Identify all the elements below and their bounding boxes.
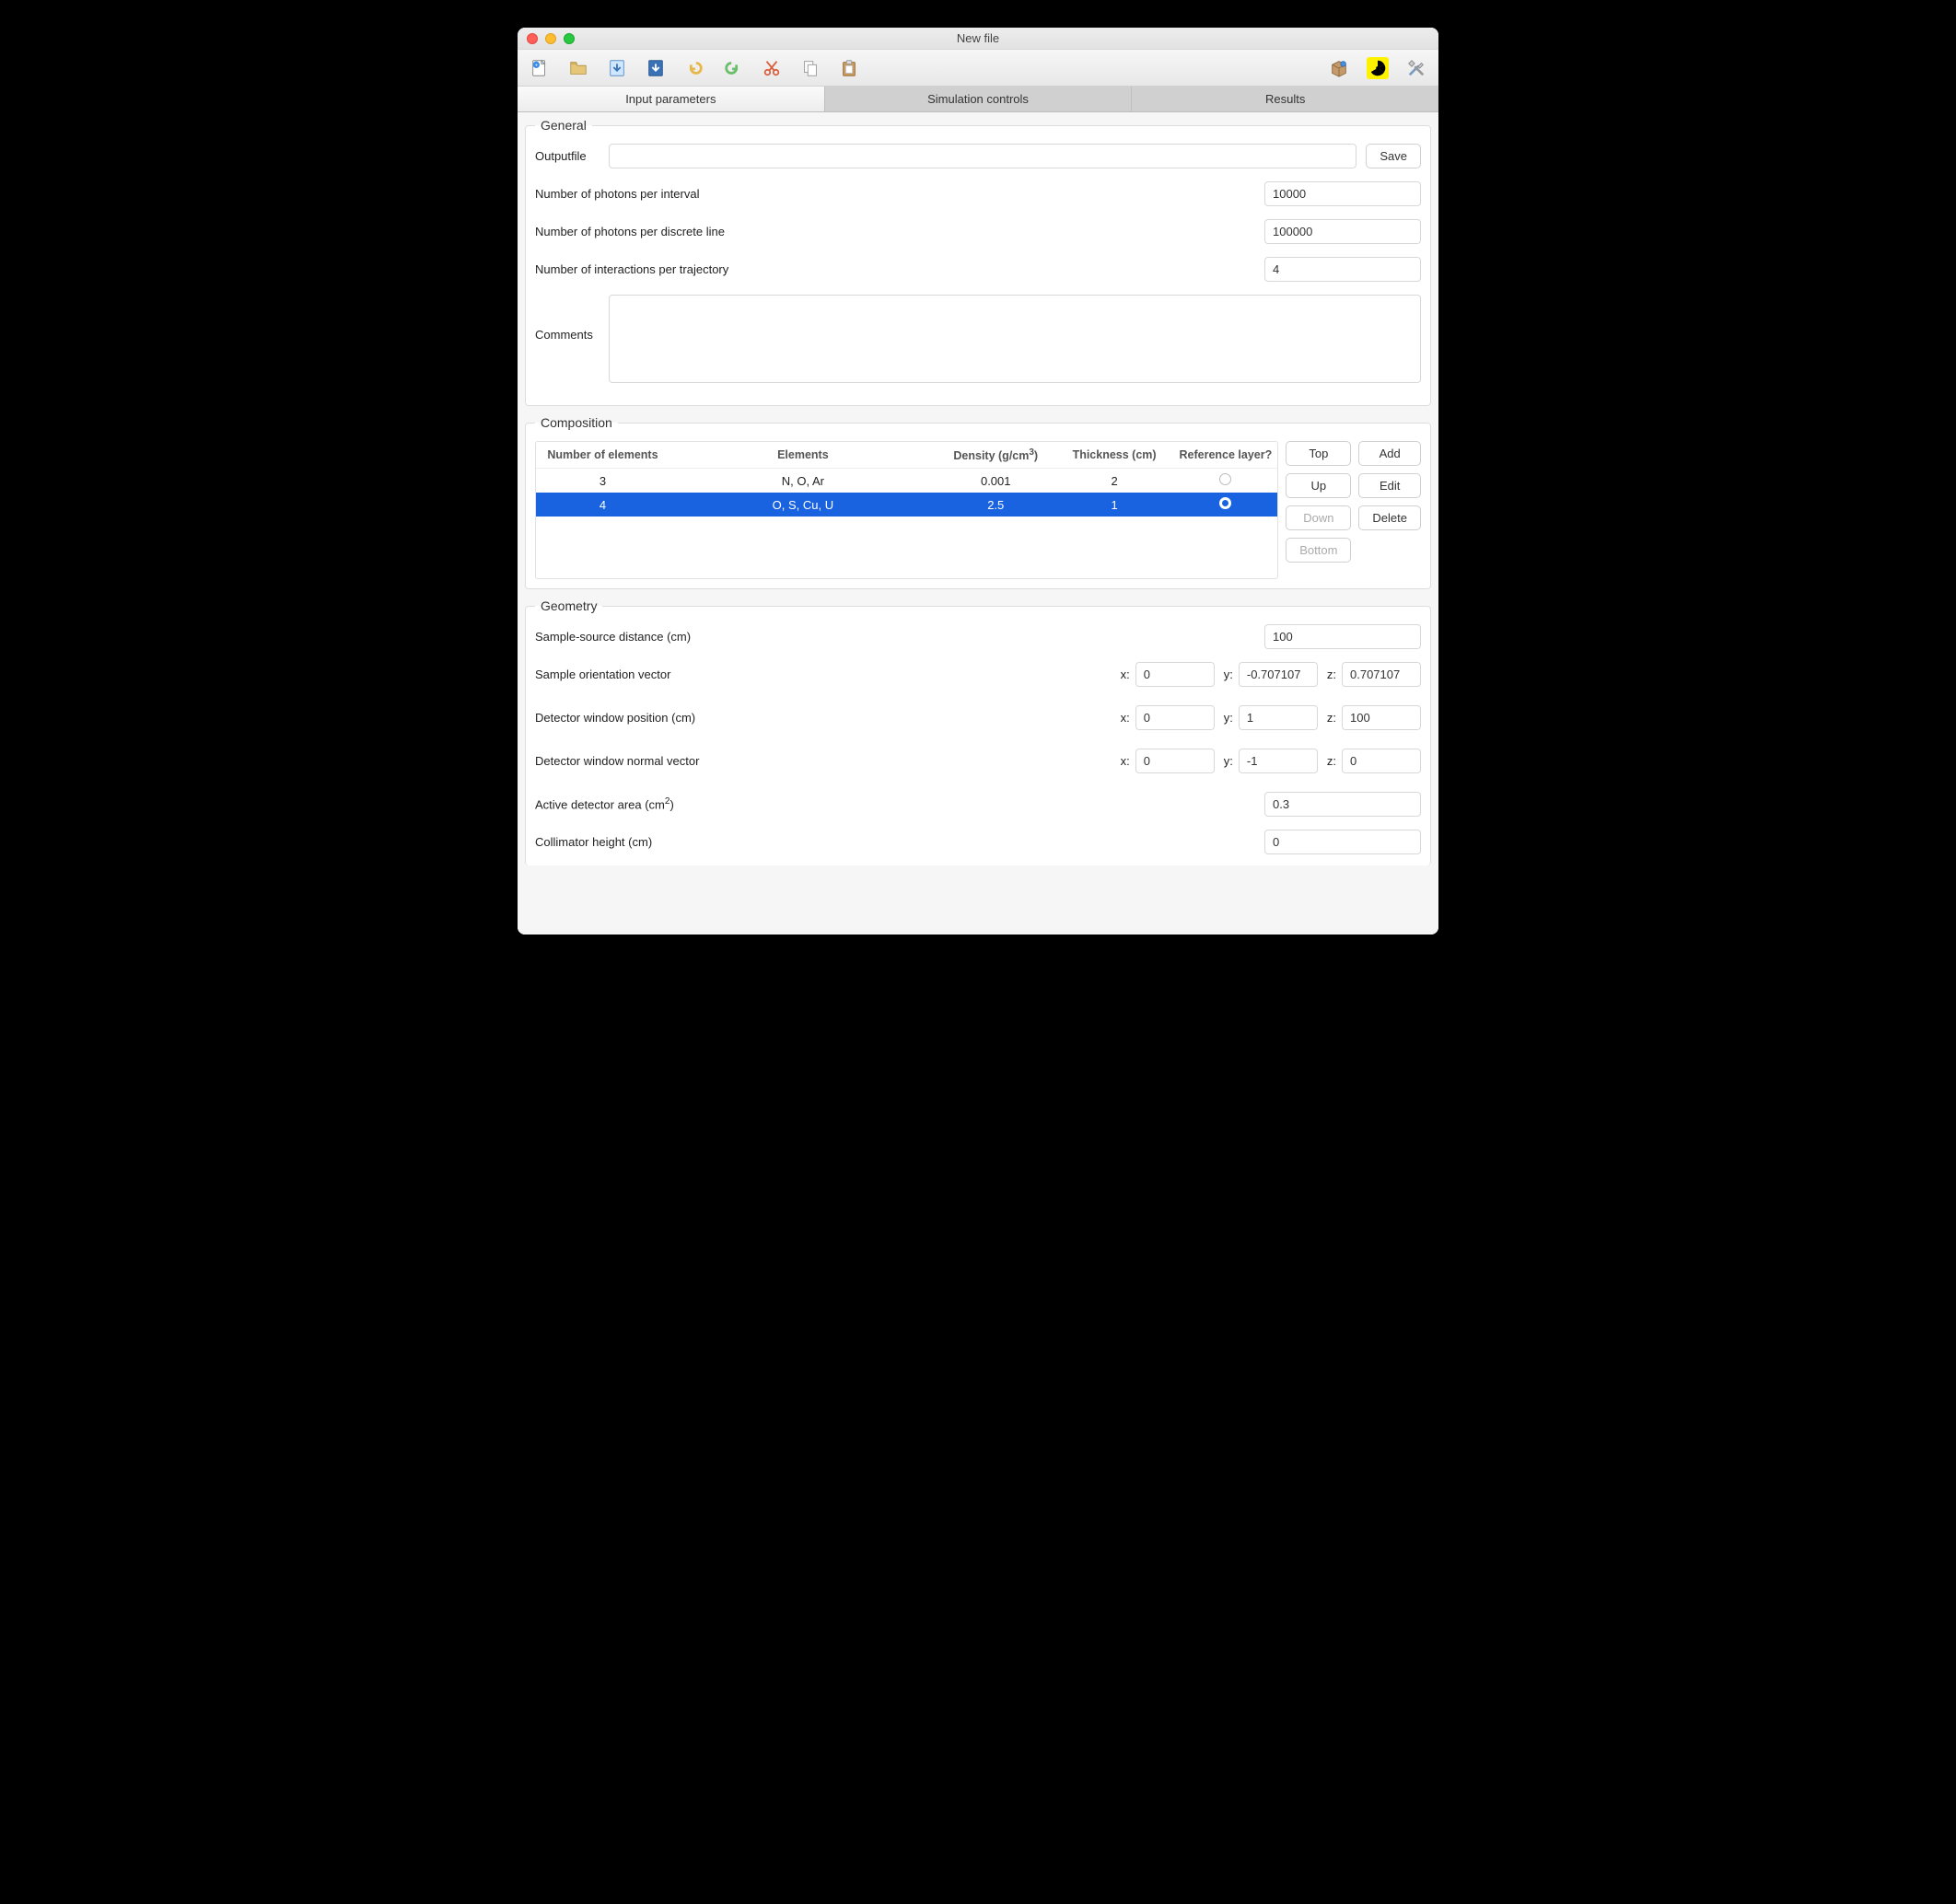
cell-num-elements: 3 (536, 469, 669, 493)
col-reference[interactable]: Reference layer? (1173, 442, 1277, 469)
cell-elements: O, S, Cu, U (669, 493, 937, 517)
outputfile-input[interactable] (609, 144, 1356, 168)
axis-x-label: x: (1121, 668, 1130, 681)
panel-geometry-legend: Geometry (535, 598, 602, 613)
layer-add-button[interactable]: Add (1358, 441, 1421, 466)
layer-delete-button[interactable]: Delete (1358, 505, 1421, 530)
outputfile-label: Outputfile (535, 149, 600, 163)
outputfile-save-button[interactable]: Save (1366, 144, 1421, 168)
sample-orientation-label: Sample orientation vector (535, 668, 1112, 681)
paste-icon[interactable] (838, 57, 860, 79)
table-row[interactable]: 3N, O, Ar0.0012 (536, 469, 1277, 493)
layer-top-button[interactable]: Top (1286, 441, 1351, 466)
detector-pos-y-input[interactable] (1239, 705, 1318, 730)
active-area-input[interactable] (1264, 792, 1421, 817)
app-window: New file + (518, 28, 1438, 935)
photons-line-input[interactable] (1264, 219, 1421, 244)
cell-density: 2.5 (937, 493, 1055, 517)
detector-pos-z-input[interactable] (1342, 705, 1421, 730)
svg-text:+: + (535, 63, 538, 68)
tab-results[interactable]: Results (1132, 87, 1438, 111)
tab-simulation-controls[interactable]: Simulation controls (825, 87, 1133, 111)
layer-edit-button[interactable]: Edit (1358, 473, 1421, 498)
titlebar: New file (518, 28, 1438, 50)
sample-orient-x-input[interactable] (1135, 662, 1215, 687)
sample-orient-y-input[interactable] (1239, 662, 1318, 687)
cell-thickness: 1 (1055, 493, 1174, 517)
photons-interval-input[interactable] (1264, 181, 1421, 206)
col-num-elements[interactable]: Number of elements (536, 442, 669, 469)
save-icon[interactable] (606, 57, 628, 79)
panel-geometry: Geometry Sample-source distance (cm) Sam… (525, 598, 1431, 865)
content-scroll[interactable]: General Outputfile Save Number of photon… (518, 112, 1438, 935)
toolbar: + (518, 50, 1438, 87)
sample-source-distance-input[interactable] (1264, 624, 1421, 649)
interactions-input[interactable] (1264, 257, 1421, 282)
detector-position-label: Detector window position (cm) (535, 711, 1112, 725)
detector-norm-y-input[interactable] (1239, 749, 1318, 773)
tab-input-parameters[interactable]: Input parameters (518, 87, 825, 111)
detector-normal-label: Detector window normal vector (535, 754, 1112, 768)
main-tabs: Input parameters Simulation controls Res… (518, 87, 1438, 112)
open-folder-icon[interactable] (567, 57, 589, 79)
radiation-icon[interactable] (1367, 57, 1389, 79)
sample-orient-z-input[interactable] (1342, 662, 1421, 687)
active-area-label: Active detector area (cm2) (535, 796, 1255, 811)
axis-z-label: z: (1327, 668, 1336, 681)
collimator-height-label: Collimator height (cm) (535, 835, 1255, 849)
col-thickness[interactable]: Thickness (cm) (1055, 442, 1174, 469)
redo-icon[interactable] (722, 57, 744, 79)
cell-num-elements: 4 (536, 493, 669, 517)
panel-general-legend: General (535, 118, 592, 133)
table-row[interactable]: 4O, S, Cu, U2.51 (536, 493, 1277, 517)
zoom-window-icon[interactable] (564, 33, 575, 44)
cell-elements: N, O, Ar (669, 469, 937, 493)
preferences-icon[interactable] (1405, 57, 1427, 79)
panel-composition-legend: Composition (535, 415, 618, 430)
detector-norm-x-input[interactable] (1135, 749, 1215, 773)
window-title: New file (518, 31, 1438, 45)
close-window-icon[interactable] (527, 33, 538, 44)
col-density[interactable]: Density (g/cm3) (937, 442, 1055, 469)
axis-y-label: y: (1224, 668, 1233, 681)
cell-density: 0.001 (937, 469, 1055, 493)
layer-down-button[interactable]: Down (1286, 505, 1351, 530)
photons-interval-label: Number of photons per interval (535, 187, 1255, 201)
detector-pos-x-input[interactable] (1135, 705, 1215, 730)
col-elements[interactable]: Elements (669, 442, 937, 469)
minimize-window-icon[interactable] (545, 33, 556, 44)
photons-line-label: Number of photons per discrete line (535, 225, 1255, 238)
composition-table[interactable]: Number of elements Elements Density (g/c… (535, 441, 1278, 579)
save-as-icon[interactable] (645, 57, 667, 79)
new-file-icon[interactable]: + (529, 57, 551, 79)
layer-bottom-button[interactable]: Bottom (1286, 538, 1351, 563)
copy-icon[interactable] (799, 57, 821, 79)
panel-general: General Outputfile Save Number of photon… (525, 118, 1431, 406)
sample-source-distance-label: Sample-source distance (cm) (535, 630, 1255, 644)
cut-icon[interactable] (761, 57, 783, 79)
collimator-height-input[interactable] (1264, 830, 1421, 854)
reference-radio-icon[interactable] (1219, 497, 1231, 509)
layer-up-button[interactable]: Up (1286, 473, 1351, 498)
comments-textarea[interactable] (609, 295, 1421, 383)
undo-icon[interactable] (683, 57, 705, 79)
panel-composition: Composition Number of elements Elements … (525, 415, 1431, 589)
cell-reference[interactable] (1173, 493, 1277, 517)
reference-radio-icon[interactable] (1219, 473, 1231, 485)
package-icon[interactable] (1328, 57, 1350, 79)
comments-label: Comments (535, 295, 600, 342)
cell-reference[interactable] (1173, 469, 1277, 493)
interactions-label: Number of interactions per trajectory (535, 262, 1255, 276)
cell-thickness: 2 (1055, 469, 1174, 493)
detector-norm-z-input[interactable] (1342, 749, 1421, 773)
